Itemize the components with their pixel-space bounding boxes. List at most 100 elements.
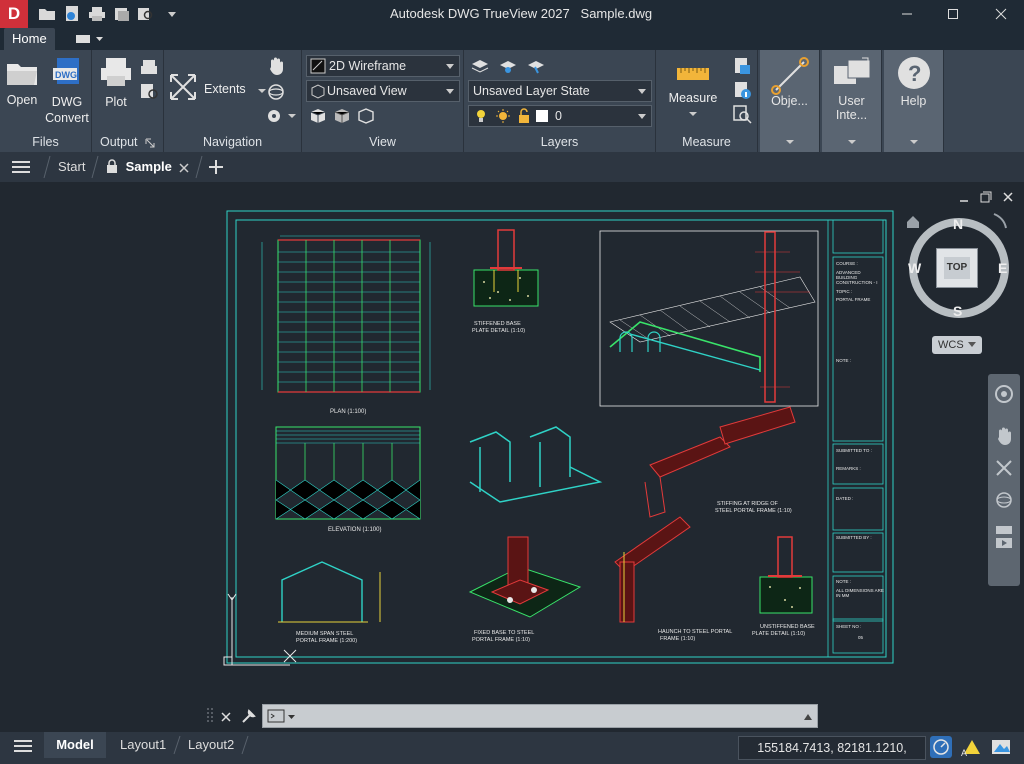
batch-plot-icon[interactable] [111,3,133,25]
model-space-icon[interactable] [930,736,952,758]
ucs-icon [223,593,297,666]
compass-south[interactable]: S [953,303,962,319]
view-cube-icon [311,84,325,99]
minimize-button[interactable] [884,0,930,28]
layer-dropdown[interactable]: 0 [468,105,652,127]
pan-icon[interactable] [994,426,1014,451]
layer-properties-icon[interactable] [470,56,490,76]
tab-start[interactable]: Start [58,152,85,182]
zoom-extents-icon[interactable] [168,72,198,105]
viewcube-top-face[interactable]: TOP [936,248,978,288]
hamburger-menu-icon[interactable] [10,159,32,180]
drawing-viewport[interactable]: PLAN (1:100) ELEVATION (1:100) STIFFENED… [0,182,1024,732]
home-icon [907,216,919,228]
view-panel: 2D Wireframe Unsaved View View [302,50,464,152]
svg-text:PORTAL FRAME: PORTAL FRAME [836,297,870,302]
open-button[interactable]: Open [2,58,42,107]
svg-text:STIFFING AT RIDGE OF: STIFFING AT RIDGE OF [717,501,779,507]
document-tab-bar: Start Sample [0,152,1024,182]
full-navigation-wheel-icon[interactable] [994,384,1014,409]
solid-box-icon[interactable] [332,106,352,126]
svg-text:?: ? [908,61,921,86]
chevron-down-icon [258,89,266,93]
customize-wrench-icon[interactable] [240,707,258,730]
find-icon[interactable] [732,104,752,124]
portal-frame-sketch [469,426,603,503]
svg-text:DATED :: DATED : [836,496,853,501]
wcs-dropdown[interactable]: WCS [932,336,982,354]
object-panel[interactable]: Obje... [760,50,820,152]
tab-model[interactable]: Model [44,732,106,758]
fixed-base-detail: FIXED BASE TO STEEL PORTAL FRAME (1:10) [468,536,582,643]
preview-icon[interactable] [136,3,158,25]
maximize-button[interactable] [930,0,976,28]
ribbon-tab-row: Home [0,28,1024,50]
svg-text:SHEET NO :: SHEET NO : [836,624,861,629]
showmotion-icon[interactable] [994,524,1014,555]
viewcube[interactable]: TOP N S W E [902,210,1014,322]
navigation-bar [988,374,1020,586]
quick-access-dropdown-icon[interactable] [161,3,183,25]
named-view-dropdown[interactable]: Unsaved View [306,80,460,102]
steering-wheel-icon[interactable] [266,106,286,126]
panel-launcher-icon [145,138,155,148]
close-command-line-icon[interactable] [220,710,232,728]
user-interface-panel[interactable]: User Inte... [822,50,882,152]
zoom-extents-icon[interactable] [994,458,1014,483]
plot-preview-icon[interactable] [140,82,160,102]
orbit-icon[interactable] [994,490,1014,515]
svg-text:FRAME (1:10): FRAME (1:10) [660,636,695,642]
chevron-down-icon [848,140,856,144]
output-panel-label: Output [92,135,163,149]
measure-button[interactable]: Measure [662,62,724,116]
extents-button[interactable]: Extents [204,82,266,96]
ruler-icon [677,68,709,80]
compass-north[interactable]: N [953,216,963,232]
plot-button[interactable]: Plot [96,56,136,109]
layouts-menu-icon[interactable] [12,738,34,759]
close-button[interactable] [978,0,1024,28]
app-logo[interactable]: D [0,0,28,28]
batch-plot-icon[interactable] [140,58,160,78]
tab-layout1[interactable]: Layout1 [120,732,166,758]
ribbon-minimize-toggle[interactable] [74,32,104,46]
new-tab-plus-icon[interactable] [208,159,224,180]
layer-unisolate-icon[interactable] [526,56,546,76]
annotation-scale-icon[interactable]: A [960,736,984,763]
tab-sample[interactable]: Sample [106,152,172,182]
compass-east[interactable]: E [998,260,1007,276]
layer-isolate-icon[interactable] [498,56,518,76]
medium-span-frame: MEDIUM SPAN STEEL PORTAL FRAME (1:200) [278,561,381,644]
tab-layout2[interactable]: Layout2 [188,732,234,758]
svg-text:SUBMITTED TO :: SUBMITTED TO : [836,448,872,453]
svg-text:05: 05 [858,635,864,640]
open-folder-icon[interactable] [36,3,58,25]
view-manager-icon[interactable] [356,106,376,126]
help-panel[interactable]: ? Help [884,50,944,152]
id-point-icon[interactable] [732,56,752,76]
chevron-down-icon[interactable] [288,114,296,118]
dwg-convert-icon: DWG [53,58,79,84]
rotate-icon [993,213,1007,229]
chevron-down-icon [689,112,697,116]
command-input[interactable] [262,704,818,728]
status-bar: Model Layout1 Layout2 155184.7413, 82181… [0,732,1024,764]
compass-west[interactable]: W [908,260,921,276]
help-icon: ? [898,57,930,89]
tab-home[interactable]: Home [4,28,55,50]
dwg-compare-icon[interactable] [61,3,83,25]
list-info-icon[interactable] [732,80,752,100]
print-icon[interactable] [86,3,108,25]
layer-state-dropdown[interactable]: Unsaved Layer State [468,80,652,102]
coordinate-readout[interactable]: 155184.7413, 82181.1210, 0.0000 [738,736,926,764]
plot-icon [101,58,131,86]
pan-hand-icon[interactable] [266,56,286,76]
3d-box-icon[interactable] [308,106,328,126]
navigation-panel: Extents Navigation [164,50,302,152]
visual-style-dropdown[interactable]: 2D Wireframe [306,55,460,77]
svg-text:SUBMITTED BY :: SUBMITTED BY : [836,535,872,540]
close-tab-icon[interactable] [178,161,190,179]
orbit-icon[interactable] [266,82,286,102]
annotation-visibility-icon[interactable] [990,736,1014,763]
dwg-convert-button[interactable]: DWG DWG Convert [44,56,90,126]
